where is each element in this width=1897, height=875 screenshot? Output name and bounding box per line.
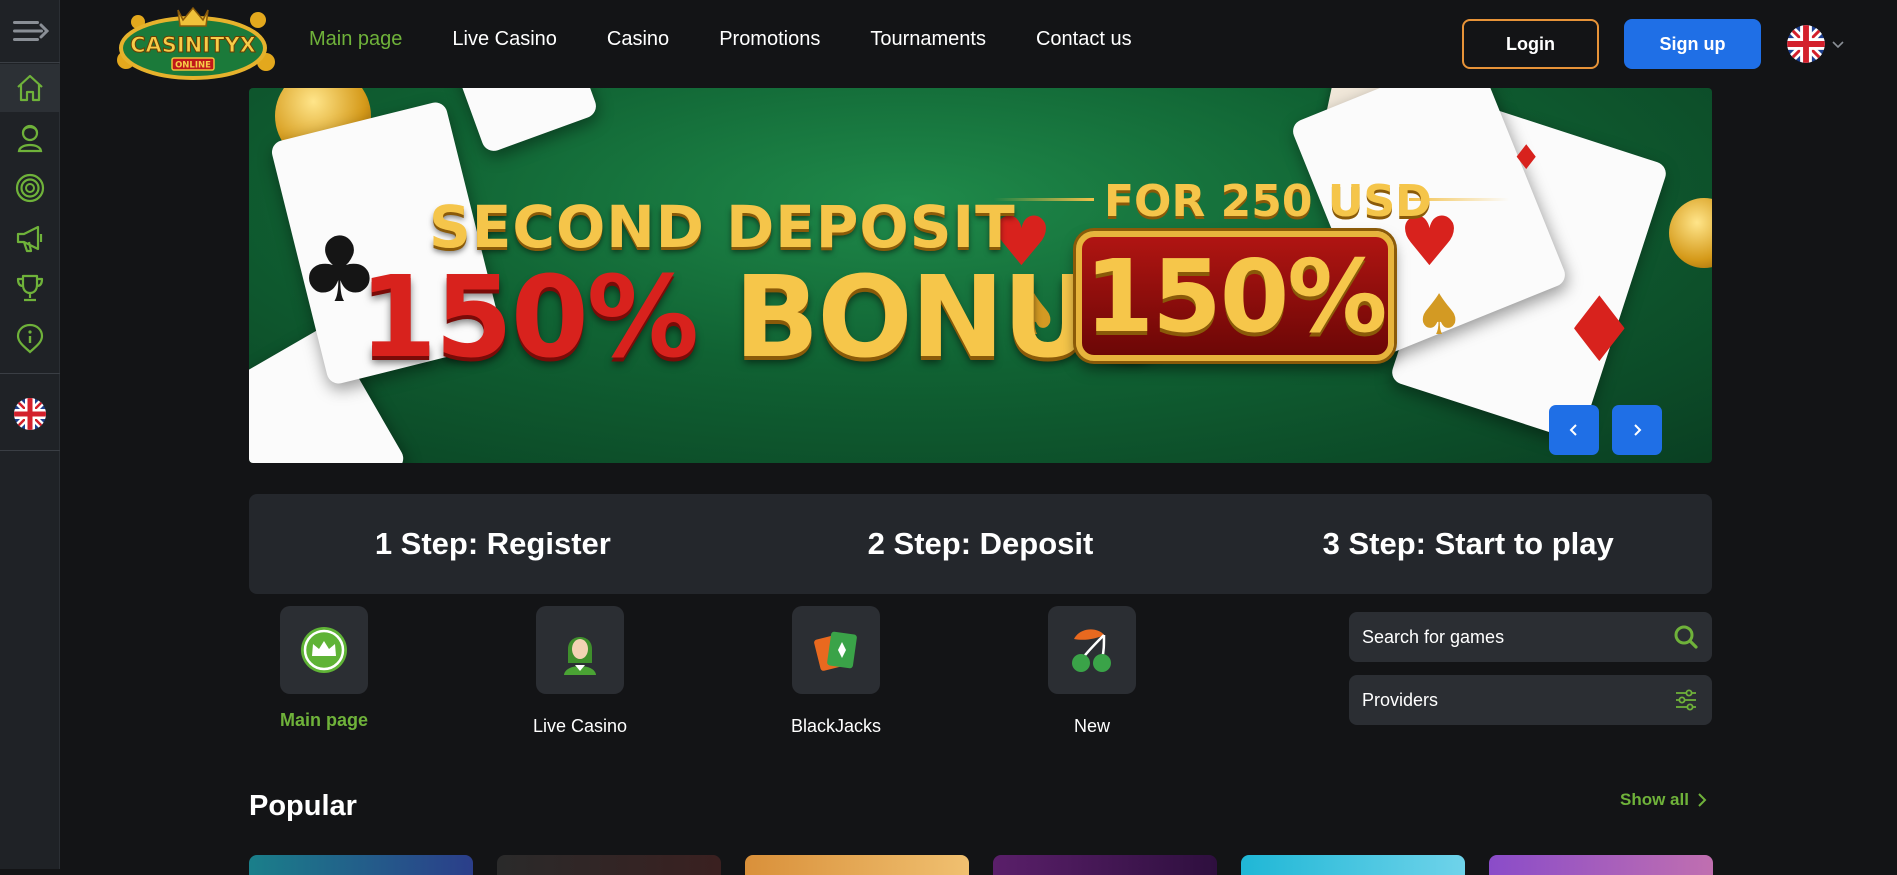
dealer-icon	[564, 637, 596, 675]
spade-symbol: ♠	[1414, 283, 1465, 348]
banner-deposit-amount: FOR 250 USD	[1104, 176, 1432, 227]
category-new[interactable]: New	[1032, 606, 1152, 737]
nav-live-casino[interactable]: Live Casino	[452, 28, 557, 51]
nav-casino[interactable]: Casino	[607, 28, 669, 51]
step-deposit: 2 Step: Deposit	[867, 526, 1094, 561]
svg-text:ONLINE: ONLINE	[175, 61, 211, 71]
dealer-icon	[17, 124, 43, 153]
category-tile	[536, 606, 624, 694]
category-tile	[1048, 606, 1136, 694]
category-tile	[792, 606, 880, 694]
game-card[interactable]	[249, 855, 473, 875]
menu-collapse-button[interactable]	[0, 0, 60, 62]
info-icon	[16, 323, 44, 354]
language-selector[interactable]	[1786, 24, 1844, 64]
step-register: 1 Step: Register	[374, 526, 611, 561]
chevron-left-icon	[1569, 424, 1577, 436]
chevron-right-icon	[1634, 424, 1642, 436]
banner-bonus: 150% BONUS	[359, 253, 1172, 383]
sidebar	[0, 0, 60, 869]
step-start-to-play: 3 Step: Start to play	[1322, 526, 1614, 561]
nav-tournaments[interactable]: Tournaments	[870, 28, 986, 51]
banner-prev-button[interactable]	[1549, 405, 1599, 455]
header: CASINITYX ONLINE Main page Live Casino C…	[60, 0, 1897, 86]
sidebar-divider	[0, 450, 60, 451]
sidebar-item-tournaments[interactable]	[0, 264, 60, 312]
game-card[interactable]	[993, 855, 1217, 875]
nav-contact-us[interactable]: Contact us	[1036, 28, 1132, 51]
category-blackjacks[interactable]: BlackJacks	[776, 606, 896, 737]
providers-dropdown[interactable]: Providers	[1349, 675, 1712, 725]
sidebar-item-info[interactable]	[0, 314, 60, 362]
filter-sliders-icon	[1676, 689, 1696, 711]
game-card[interactable]	[1489, 855, 1713, 875]
casino-chip-icon	[15, 173, 45, 203]
steps-panel: 1 Step: Register 2 Step: Deposit 3 Step:…	[249, 494, 1712, 594]
nav-promotions[interactable]: Promotions	[719, 28, 820, 51]
menu-collapse-icon	[13, 21, 49, 41]
signup-button[interactable]: Sign up	[1624, 19, 1761, 69]
search-box	[1349, 612, 1712, 662]
diamond-symbol: ♦	[1511, 138, 1542, 178]
uk-flag-icon	[1787, 25, 1825, 63]
main-nav: Main page Live Casino Casino Promotions …	[309, 28, 1182, 51]
crown-icon	[301, 627, 347, 673]
nav-main-page[interactable]: Main page	[309, 28, 402, 51]
category-tile	[280, 606, 368, 694]
chevron-down-icon	[1832, 41, 1844, 49]
diamond-symbol: ♦	[1559, 278, 1640, 383]
casino-chip-decoration	[1669, 198, 1712, 268]
promo-banner[interactable]: ♣ ♦ ♦ ♥ ♥ ♠ ♠ SECOND DEPOSIT 150% BONUS …	[249, 88, 1712, 463]
banner-next-button[interactable]	[1612, 405, 1662, 455]
game-card[interactable]	[497, 855, 721, 875]
uk-flag-icon	[14, 398, 46, 430]
sidebar-language-button[interactable]	[0, 390, 60, 438]
card-decoration	[438, 88, 600, 155]
home-icon	[17, 74, 43, 102]
banner-divider	[994, 198, 1094, 201]
trophy-icon	[16, 274, 44, 302]
svg-text:CASINITYX: CASINITYX	[130, 33, 256, 57]
category-live-casino[interactable]: Live Casino	[520, 606, 640, 737]
search-input[interactable]	[1362, 626, 1673, 648]
cherry-icon	[1072, 629, 1111, 672]
sidebar-item-home[interactable]	[0, 64, 60, 112]
category-main-page[interactable]: Main page	[264, 606, 384, 731]
providers-label: Providers	[1362, 689, 1439, 710]
show-all-link[interactable]: Show all	[1620, 790, 1707, 810]
sidebar-item-promotions[interactable]	[0, 214, 60, 262]
sidebar-item-live-casino[interactable]	[0, 114, 60, 162]
megaphone-icon	[16, 225, 43, 253]
sidebar-item-casino[interactable]	[0, 164, 60, 212]
sidebar-divider	[0, 62, 60, 63]
game-card[interactable]	[1241, 855, 1465, 875]
login-button[interactable]: Login	[1462, 19, 1599, 69]
search-icon[interactable]	[1673, 624, 1699, 650]
sidebar-divider	[0, 373, 60, 374]
section-title-popular: Popular	[249, 790, 357, 822]
banner-headline: SECOND DEPOSIT	[429, 193, 1016, 261]
game-card[interactable]	[745, 855, 969, 875]
casinityx-logo[interactable]: CASINITYX ONLINE	[108, 2, 278, 86]
banner-percent-box: 150%	[1076, 231, 1394, 361]
cards-icon	[814, 631, 857, 671]
chevron-right-icon	[1698, 793, 1707, 807]
